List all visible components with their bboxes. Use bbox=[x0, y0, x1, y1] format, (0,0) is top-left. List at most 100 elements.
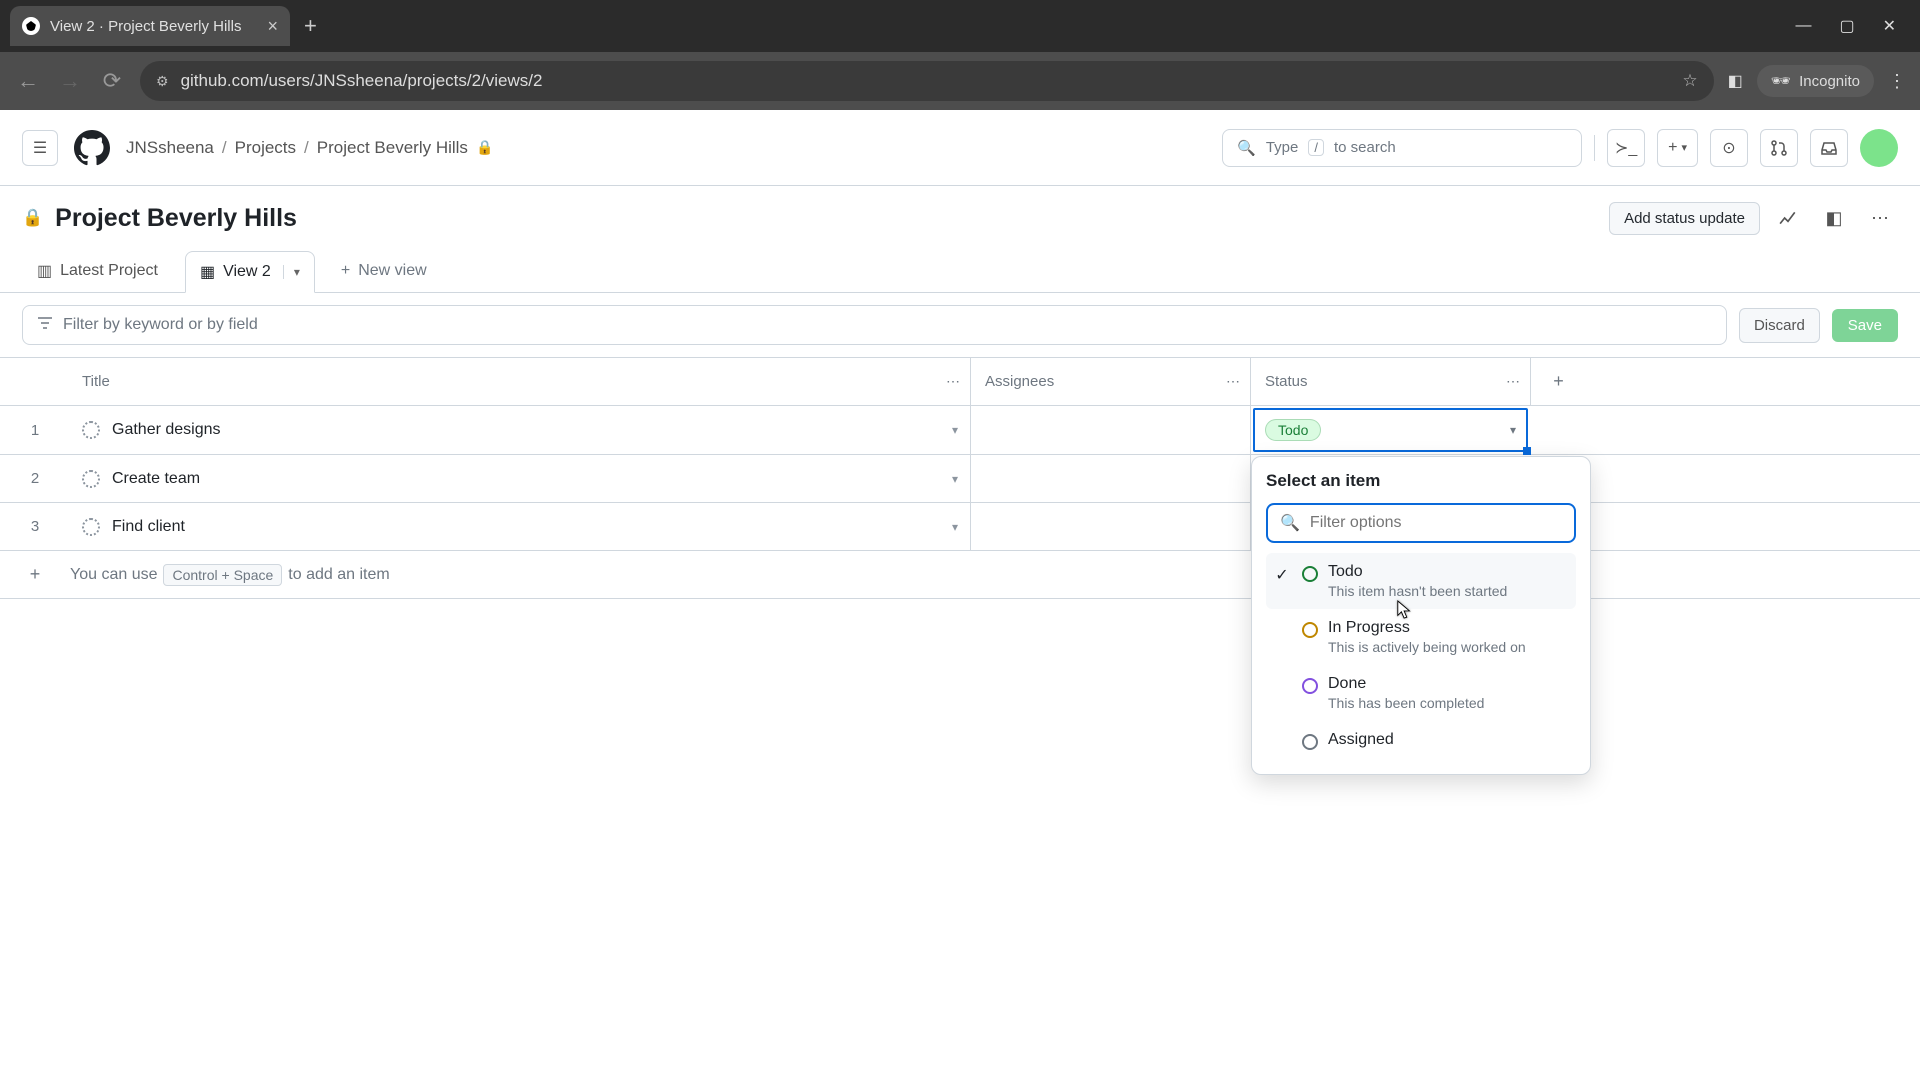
row-menu-icon[interactable]: ▾ bbox=[952, 472, 958, 486]
view-tab-2[interactable]: ▦ View 2 ▾ bbox=[185, 251, 315, 293]
plus-icon: + bbox=[1668, 139, 1677, 157]
search-placeholder: Type bbox=[1266, 139, 1299, 156]
cell-status[interactable]: Todo ▾ Select an item 🔍 ✓ Todo This item… bbox=[1250, 406, 1530, 454]
cell-title[interactable]: Create team ▾ bbox=[70, 455, 970, 502]
nav-menu-button[interactable]: ☰ bbox=[22, 130, 58, 166]
add-status-update-button[interactable]: Add status update bbox=[1609, 202, 1760, 235]
reload-icon[interactable]: ⟳ bbox=[98, 68, 126, 94]
cell-assignees[interactable] bbox=[970, 455, 1250, 502]
col-menu-icon[interactable]: ⋯ bbox=[1506, 373, 1520, 390]
url-text: github.com/users/JNSsheena/projects/2/vi… bbox=[181, 71, 1671, 91]
github-logo-icon[interactable] bbox=[74, 130, 110, 166]
breadcrumb-sep: / bbox=[222, 138, 227, 158]
view-tab-latest[interactable]: ▥ Latest Project bbox=[22, 250, 173, 292]
view-tab-label: Latest Project bbox=[60, 262, 158, 280]
option-text: In Progress This is actively being worke… bbox=[1328, 619, 1570, 655]
new-tab-button[interactable]: + bbox=[290, 13, 331, 39]
project-title-bar: 🔒 Project Beverly Hills Add status updat… bbox=[0, 186, 1920, 250]
more-options-icon[interactable]: ⋯ bbox=[1862, 200, 1898, 236]
breadcrumb-user[interactable]: JNSsheena bbox=[126, 138, 214, 158]
status-select-active[interactable]: Todo ▾ bbox=[1253, 408, 1528, 452]
row-title-text: Find client bbox=[112, 518, 185, 536]
view-tab-menu-icon[interactable]: ▾ bbox=[283, 265, 300, 279]
site-info-icon[interactable]: ⚙ bbox=[156, 73, 169, 90]
col-menu-icon[interactable]: ⋯ bbox=[1226, 373, 1240, 390]
pull-requests-button[interactable] bbox=[1760, 129, 1798, 167]
issues-button[interactable]: ⊙ bbox=[1710, 129, 1748, 167]
search-kbd: / bbox=[1308, 139, 1324, 156]
draft-issue-icon bbox=[82, 518, 100, 536]
cell-title[interactable]: Gather designs ▾ bbox=[70, 406, 970, 454]
user-avatar[interactable] bbox=[1860, 129, 1898, 167]
status-ring-icon bbox=[1302, 678, 1318, 694]
option-text: Assigned bbox=[1328, 731, 1570, 749]
option-desc: This is actively being worked on bbox=[1328, 639, 1570, 655]
add-item-row[interactable]: + You can use Control + Space to add an … bbox=[0, 551, 1920, 599]
save-button[interactable]: Save bbox=[1832, 309, 1898, 342]
col-status-header[interactable]: Status ⋯ bbox=[1250, 358, 1530, 405]
search-icon: 🔍 bbox=[1237, 139, 1256, 157]
discard-button[interactable]: Discard bbox=[1739, 308, 1820, 343]
chevron-down-icon[interactable]: ▾ bbox=[1510, 423, 1516, 437]
draft-issue-icon bbox=[82, 421, 100, 439]
status-option-assigned[interactable]: Assigned bbox=[1266, 721, 1576, 760]
chevron-down-icon: ▾ bbox=[1681, 141, 1687, 154]
status-option-done[interactable]: Done This has been completed bbox=[1266, 665, 1576, 721]
popover-filter-field[interactable] bbox=[1310, 514, 1562, 532]
table-row: 1 Gather designs ▾ Todo ▾ Select an item… bbox=[0, 406, 1920, 455]
browser-tab-active[interactable]: View 2 · Project Beverly Hills × bbox=[10, 6, 290, 46]
status-option-todo[interactable]: ✓ Todo This item hasn't been started bbox=[1266, 553, 1576, 609]
popover-filter-input[interactable]: 🔍 bbox=[1266, 503, 1576, 543]
command-palette-button[interactable]: ≻_ bbox=[1607, 129, 1645, 167]
close-tab-icon[interactable]: × bbox=[267, 16, 278, 37]
filter-placeholder: Filter by keyword or by field bbox=[63, 316, 258, 334]
col-assignees-header[interactable]: Assignees ⋯ bbox=[970, 358, 1250, 405]
view-tab-label: View 2 bbox=[223, 263, 271, 281]
col-menu-icon[interactable]: ⋯ bbox=[946, 373, 960, 390]
chrome-menu-icon[interactable]: ⋮ bbox=[1888, 71, 1906, 92]
side-panel-icon[interactable]: ◧ bbox=[1728, 71, 1743, 91]
insights-icon[interactable] bbox=[1770, 200, 1806, 236]
header-right: 🔍 Type / to search ≻_ +▾ ⊙ bbox=[1222, 129, 1898, 167]
url-bar[interactable]: ⚙ github.com/users/JNSsheena/projects/2/… bbox=[140, 61, 1714, 101]
cell-title[interactable]: Find client ▾ bbox=[70, 503, 970, 550]
add-column-button[interactable]: + bbox=[1530, 358, 1586, 405]
status-option-in-progress[interactable]: In Progress This is actively being worke… bbox=[1266, 609, 1576, 665]
option-label: In Progress bbox=[1328, 619, 1570, 637]
close-window-icon[interactable]: ✕ bbox=[1883, 16, 1896, 36]
create-new-button[interactable]: +▾ bbox=[1657, 129, 1698, 167]
global-search-input[interactable]: 🔍 Type / to search bbox=[1222, 129, 1582, 167]
board-icon: ▥ bbox=[37, 261, 52, 281]
row-menu-icon[interactable]: ▾ bbox=[952, 423, 958, 437]
project-title: Project Beverly Hills bbox=[55, 204, 297, 233]
add-hint-suffix: to add an item bbox=[288, 566, 389, 584]
plus-icon: + bbox=[341, 262, 350, 280]
filter-icon bbox=[37, 315, 53, 336]
breadcrumb-project[interactable]: Project Beverly Hills bbox=[317, 138, 468, 158]
bookmark-star-icon[interactable]: ☆ bbox=[1682, 71, 1697, 91]
row-menu-icon[interactable]: ▾ bbox=[952, 520, 958, 534]
add-item-plus-icon[interactable]: + bbox=[0, 564, 70, 585]
filter-input[interactable]: Filter by keyword or by field bbox=[22, 305, 1727, 345]
row-title-text: Create team bbox=[112, 470, 200, 488]
new-view-label: New view bbox=[358, 262, 426, 280]
cell-assignees[interactable] bbox=[970, 503, 1250, 550]
add-hint-prefix: You can use bbox=[70, 566, 157, 584]
option-label: Assigned bbox=[1328, 731, 1570, 749]
col-title-header[interactable]: Title ⋯ bbox=[70, 358, 970, 405]
cell-assignees[interactable] bbox=[970, 406, 1250, 454]
minimize-icon[interactable]: — bbox=[1795, 17, 1811, 35]
option-text: Done This has been completed bbox=[1328, 675, 1570, 711]
panel-icon[interactable]: ◧ bbox=[1816, 200, 1852, 236]
status-pill: Todo bbox=[1265, 419, 1321, 441]
incognito-badge[interactable]: 🕶 Incognito bbox=[1757, 65, 1874, 97]
row-title-text: Gather designs bbox=[112, 421, 221, 439]
breadcrumb-projects[interactable]: Projects bbox=[235, 138, 296, 158]
back-icon[interactable]: ← bbox=[14, 68, 42, 94]
inbox-button[interactable] bbox=[1810, 129, 1848, 167]
incognito-icon: 🕶 bbox=[1771, 71, 1791, 91]
window-controls: — ▢ ✕ bbox=[1795, 0, 1920, 52]
new-view-button[interactable]: + New view bbox=[327, 252, 441, 290]
maximize-icon[interactable]: ▢ bbox=[1839, 16, 1854, 36]
lock-icon: 🔒 bbox=[22, 208, 43, 228]
